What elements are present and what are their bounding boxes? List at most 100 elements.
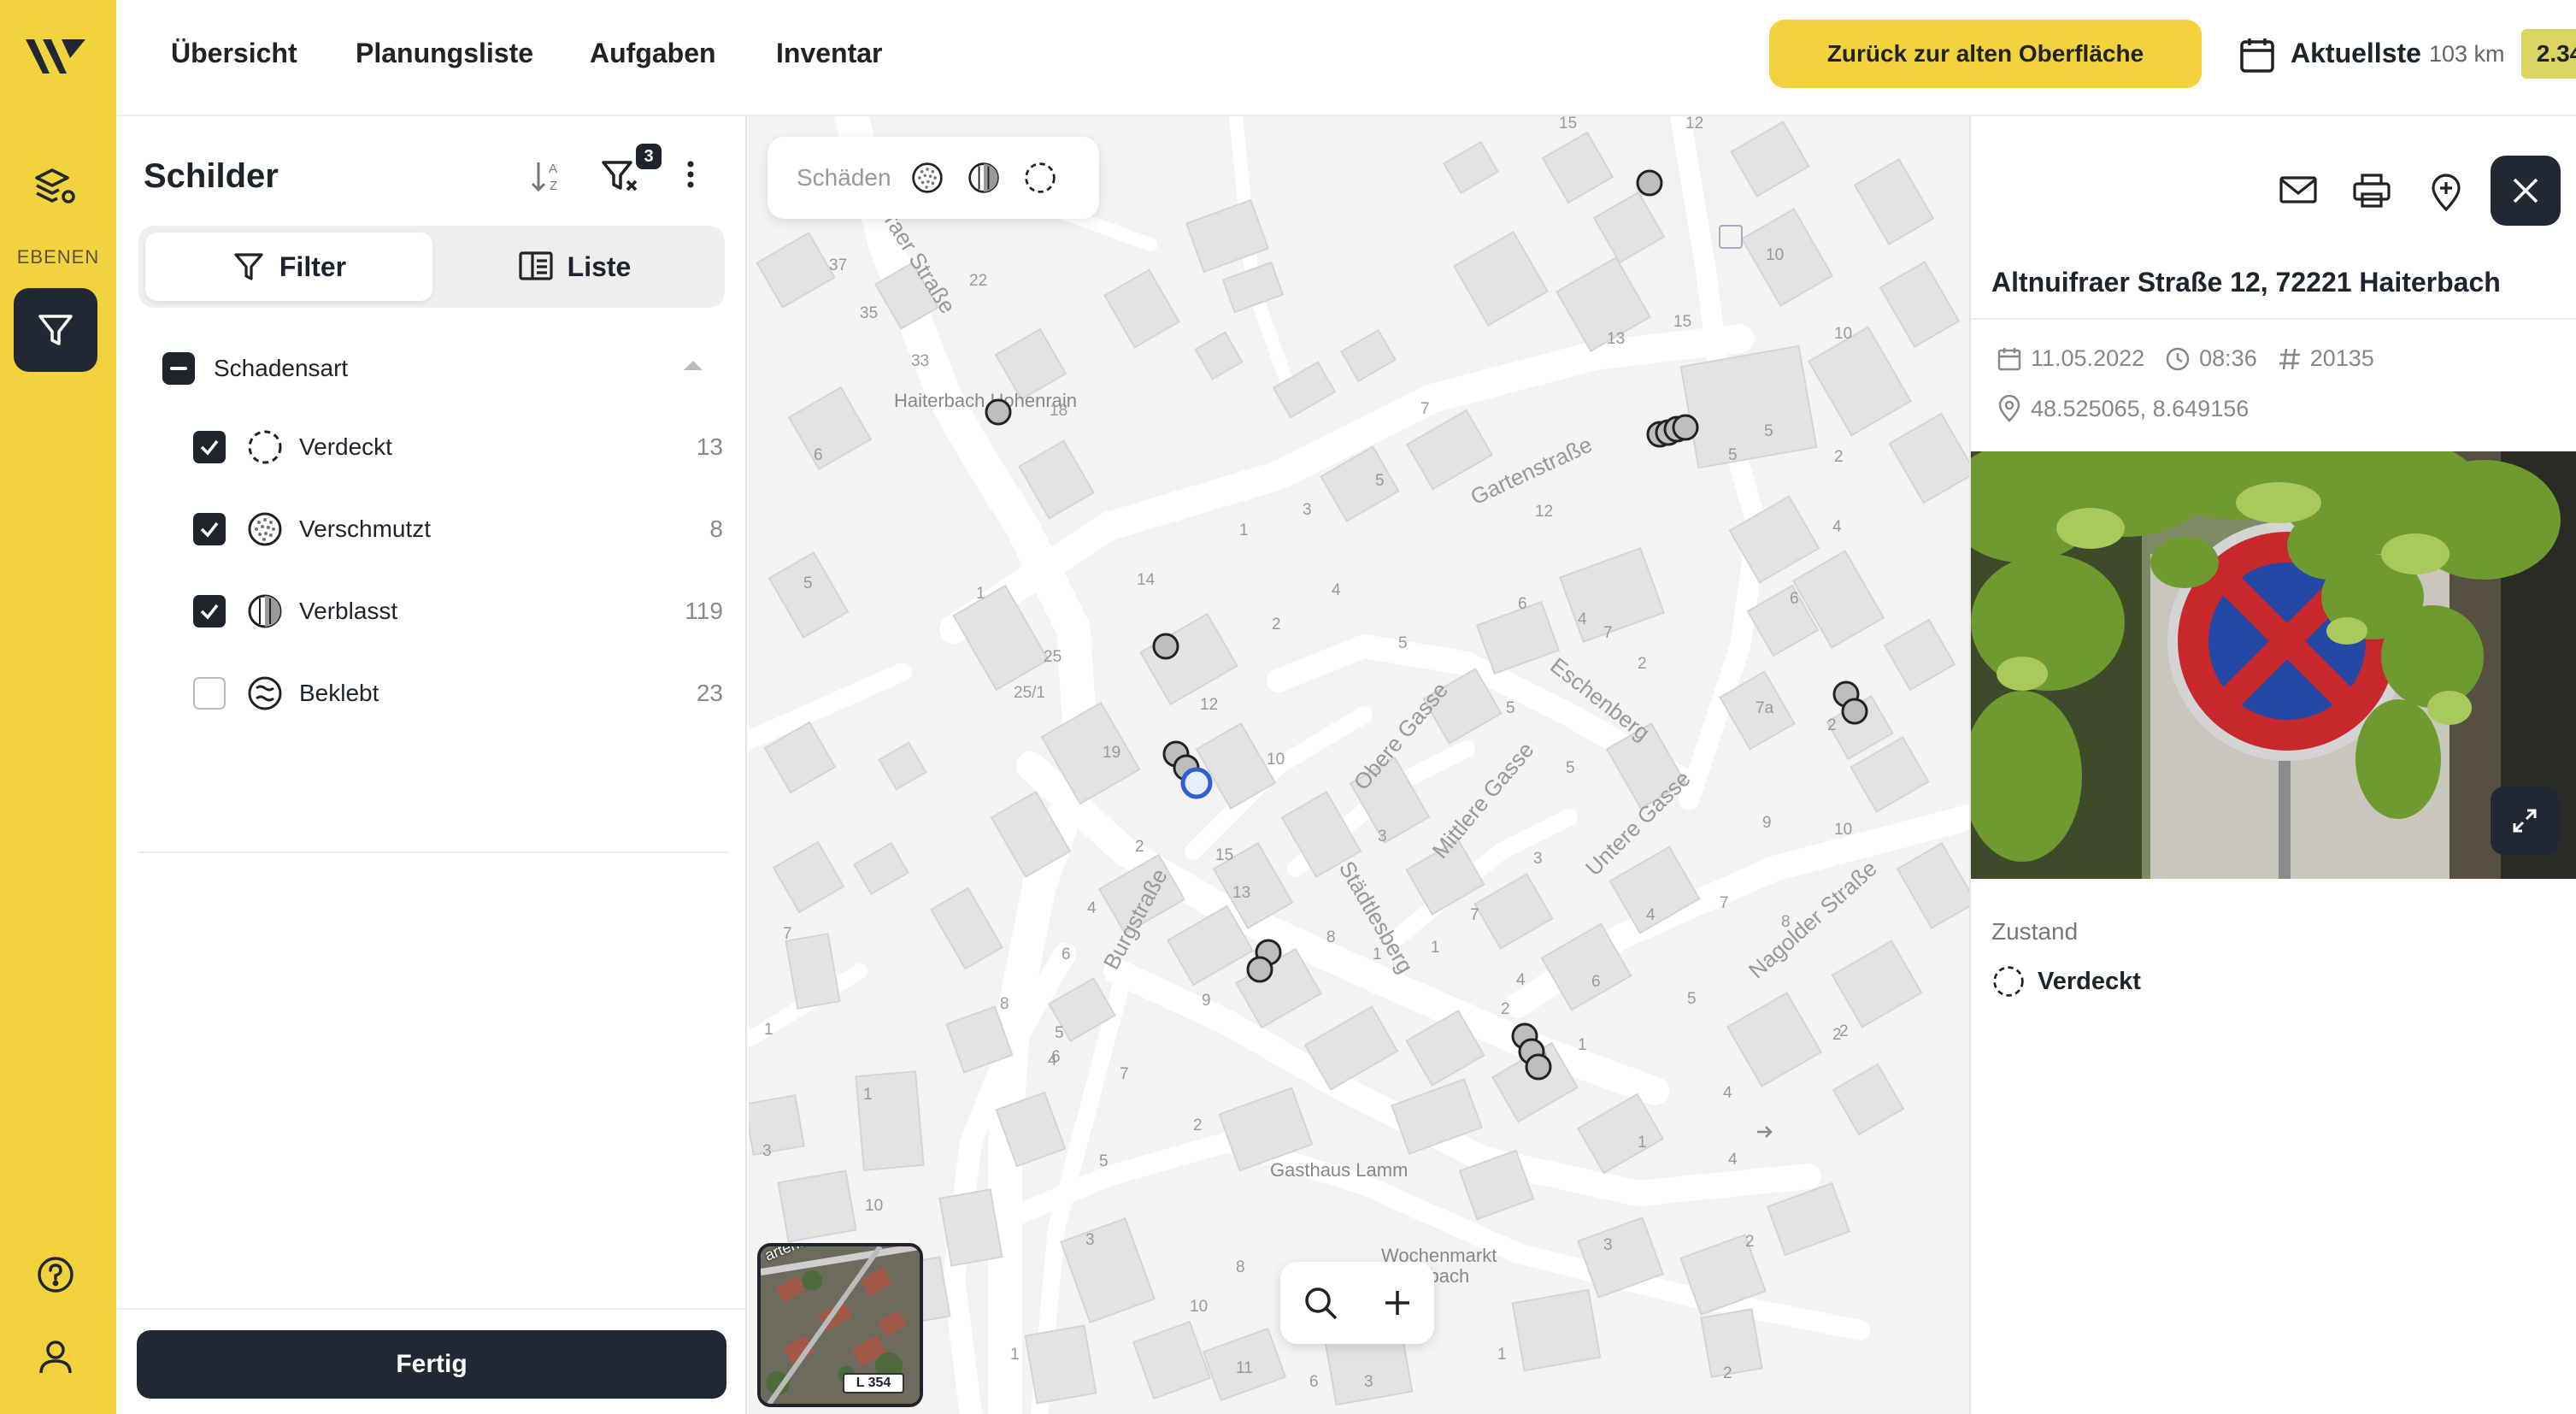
svg-text:18: 18 (1050, 402, 1067, 420)
svg-text:1: 1 (1497, 1346, 1507, 1364)
nav-inventory[interactable]: Inventar (776, 38, 882, 69)
filter-rail-button[interactable] (14, 288, 97, 372)
nav-tasks[interactable]: Aufgaben (590, 38, 716, 69)
chevron-up-icon[interactable] (684, 361, 703, 370)
close-button[interactable] (2491, 156, 2561, 226)
nav-planning-list[interactable]: Planungsliste (356, 38, 533, 69)
svg-text:3: 3 (762, 1142, 772, 1160)
map-canvas[interactable]: Haiterbach Hohenrain Gasthaus Lamm Woche… (749, 116, 1969, 1414)
divider (138, 851, 728, 853)
svg-text:10: 10 (865, 1197, 883, 1215)
help-icon[interactable] (14, 1233, 97, 1317)
satellite-toggle[interactable]: artenstra L 354 (757, 1243, 923, 1407)
svg-text:Z: Z (550, 179, 557, 193)
filter-item-obscured[interactable]: Verdeckt 13 (193, 426, 723, 468)
print-icon[interactable] (2352, 173, 2391, 213)
clock-icon (2166, 347, 2190, 370)
old-ui-button[interactable]: Zurück zur alten Oberfläche (1769, 20, 2202, 88)
svg-text:1: 1 (1578, 1036, 1587, 1054)
filter-clear-icon[interactable] (600, 157, 641, 199)
svg-text:5: 5 (1728, 446, 1738, 464)
svg-text:6: 6 (1518, 595, 1527, 613)
user-icon[interactable] (14, 1315, 97, 1399)
add-location-icon[interactable] (2429, 173, 2463, 216)
layers-label: EBENEN (16, 246, 100, 268)
svg-text:25: 25 (1044, 648, 1062, 666)
checkbox-checked[interactable] (193, 431, 226, 463)
checkbox-checked[interactable] (193, 595, 226, 627)
version-label[interactable]: Aktuellste (2291, 38, 2421, 69)
done-button[interactable]: Fertig (137, 1330, 726, 1399)
capture-date: 11.05.2022 (2031, 345, 2145, 371)
map[interactable]: Haiterbach Hohenrain Gasthaus Lamm Woche… (749, 116, 1969, 1414)
svg-text:10: 10 (1834, 821, 1852, 839)
svg-text:6: 6 (1790, 590, 1799, 608)
selected-marker (1180, 767, 1213, 799)
svg-text:5: 5 (1566, 759, 1575, 777)
panel-title: Schilder (144, 157, 279, 195)
svg-text:2: 2 (1193, 1116, 1203, 1134)
group-damage-type[interactable]: Schadensart (162, 347, 726, 390)
checkbox-checked[interactable] (193, 513, 226, 545)
dirty-icon[interactable] (910, 161, 944, 195)
svg-text:4: 4 (1516, 971, 1526, 989)
svg-text:5: 5 (1506, 699, 1515, 717)
filter-item-count: 119 (685, 598, 723, 624)
svg-text:2: 2 (1745, 1233, 1755, 1251)
svg-text:19: 19 (1103, 744, 1120, 762)
mail-icon[interactable] (2279, 173, 2318, 211)
search-icon[interactable] (1302, 1284, 1339, 1322)
svg-text:3: 3 (1364, 1373, 1373, 1391)
svg-text:14: 14 (1137, 571, 1156, 589)
obscured-icon[interactable] (1023, 161, 1057, 195)
tab-list[interactable]: Liste (431, 233, 718, 301)
group-label: Schadensart (214, 355, 349, 381)
svg-text:A: A (549, 162, 557, 176)
filter-item-faded[interactable]: Verblasst 119 (193, 590, 723, 633)
svg-text:9: 9 (1202, 992, 1211, 1010)
zoom-in-icon[interactable] (1381, 1287, 1414, 1319)
nav-overview[interactable]: Übersicht (171, 38, 297, 69)
condition-label: Zustand (1991, 918, 2079, 945)
svg-text:2: 2 (1272, 616, 1281, 633)
map-controls (1280, 1262, 1434, 1344)
filter-item-count: 23 (696, 680, 723, 706)
sign-address: Altnuifraer Straße 12, 72221 Haiterbach (1991, 267, 2501, 298)
coordinates: 48.525065, 8.649156 (2031, 395, 2250, 421)
expand-photo-button[interactable] (2491, 787, 2559, 855)
svg-text:1: 1 (1638, 1134, 1647, 1152)
svg-text:5: 5 (1764, 422, 1773, 440)
location-pin-icon (1998, 395, 2020, 422)
svg-text:7: 7 (1603, 624, 1613, 642)
logo-icon[interactable] (22, 32, 89, 80)
divider (1971, 318, 2576, 320)
sign-id: 20135 (2309, 345, 2374, 371)
tab-filter[interactable]: Filter (145, 233, 432, 301)
faded-icon[interactable] (967, 161, 1001, 195)
svg-text:4: 4 (1728, 1151, 1738, 1169)
detail-panel: Altnuifraer Straße 12, 72221 Haiterbach … (1969, 116, 2576, 1414)
filter-item-label: Beklebt (299, 680, 379, 706)
svg-text:4: 4 (1578, 610, 1587, 628)
svg-text:3: 3 (1303, 501, 1312, 519)
filter-item-count: 8 (709, 516, 723, 542)
version-badge[interactable]: 2.34 (2521, 29, 2576, 79)
sort-az-icon[interactable]: A Z (528, 157, 566, 199)
svg-text:Gasthaus Lamm: Gasthaus Lamm (1270, 1159, 1408, 1181)
checkbox-unchecked[interactable] (193, 677, 226, 710)
layers-settings-icon[interactable] (14, 145, 97, 229)
svg-text:8: 8 (1000, 995, 1009, 1013)
filter-item-dirty[interactable]: Verschmutzt 8 (193, 508, 723, 551)
condition-value: Verdeckt (1991, 964, 2141, 999)
indeterminate-checkbox[interactable] (162, 352, 195, 385)
dirty-icon (248, 512, 282, 546)
filter-item-count: 13 (696, 433, 723, 460)
filter-item-label: Verblasst (299, 598, 398, 624)
more-menu-icon[interactable] (685, 157, 696, 196)
svg-text:2: 2 (1839, 1022, 1849, 1040)
sign-photo[interactable] (1971, 451, 2576, 879)
filter-item-sticker[interactable]: Beklebt 23 (193, 672, 723, 715)
svg-text:2: 2 (1135, 838, 1144, 856)
svg-text:1: 1 (1010, 1346, 1020, 1364)
svg-text:8: 8 (1781, 913, 1791, 931)
